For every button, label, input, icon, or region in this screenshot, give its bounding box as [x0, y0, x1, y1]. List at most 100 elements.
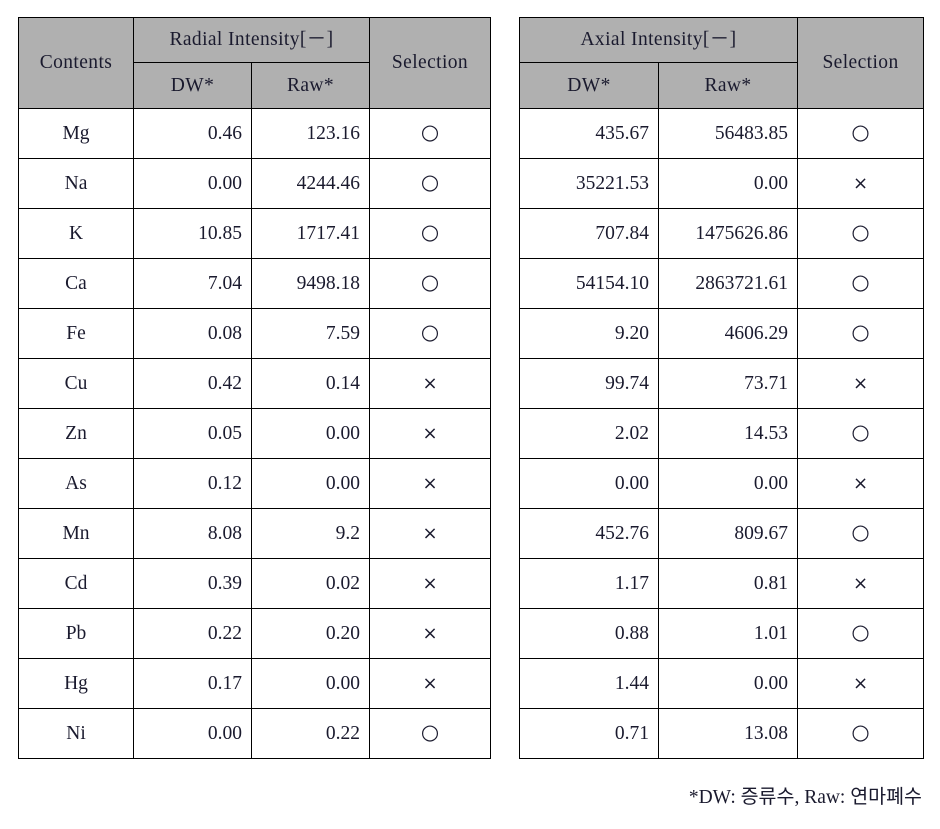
cell-axial-selection: ○ [797, 508, 925, 559]
cell-radial-raw: 0.02 [250, 558, 371, 609]
cell-axial-selection: × [797, 358, 925, 409]
table-row: 54154.10 2863721.61 ○ [519, 258, 925, 309]
selection-mark-icon: × [422, 422, 438, 444]
cell-radial-selection: ○ [369, 708, 492, 759]
cell-axial-raw: 1475626.86 [658, 208, 799, 259]
cell-axial-dw: 99.74 [519, 358, 660, 409]
table-row: Fe 0.08 7.59 ○ [18, 308, 492, 359]
column-header-radial-intensity: Radial Intensity[－] [132, 17, 371, 63]
cell-radial-dw: 0.00 [133, 708, 252, 759]
table-row: Na 0.00 4244.46 ○ [18, 158, 492, 209]
radial-table-body: Mg 0.46 123.16 ○ Na 0.00 4244.46 ○ K 10.… [18, 108, 492, 759]
cell-contents: Cu [18, 358, 134, 409]
cell-axial-dw: 435.67 [519, 108, 660, 159]
table-row: 1.44 0.00 × [519, 658, 925, 709]
radial-header-row-1: Contents Radial Intensity[－] Selection [18, 17, 492, 109]
cell-radial-selection: × [369, 458, 492, 509]
cell-radial-selection: × [369, 608, 492, 659]
table-row: K 10.85 1717.41 ○ [18, 208, 492, 259]
cell-contents: K [18, 208, 134, 259]
selection-mark-icon: ○ [851, 220, 870, 245]
cell-contents: Zn [18, 408, 134, 459]
cell-radial-raw: 4244.46 [250, 158, 371, 209]
column-header-axial-dw: DW* [519, 62, 660, 109]
selection-mark-icon: × [422, 622, 438, 644]
cell-axial-selection: ○ [797, 308, 925, 359]
selection-mark-icon: × [422, 572, 438, 594]
table-footnote: *DW: 증류수, Raw: 연마폐수 [688, 787, 922, 808]
selection-mark-icon: × [422, 672, 438, 694]
cell-axial-selection: ○ [797, 408, 925, 459]
cell-radial-dw: 0.46 [133, 108, 252, 159]
selection-mark-icon: ○ [420, 720, 440, 745]
cell-radial-dw: 0.05 [133, 408, 252, 459]
cell-axial-raw: 1.01 [658, 608, 799, 659]
table-row: 0.88 1.01 ○ [519, 608, 925, 659]
table-row: 0.00 0.00 × [519, 458, 925, 509]
cell-axial-selection: × [797, 158, 925, 209]
cell-radial-raw: 0.00 [250, 658, 371, 709]
selection-mark-icon: ○ [851, 620, 870, 645]
column-header-axial-selection: Selection [797, 17, 925, 109]
cell-axial-dw: 1.44 [519, 658, 660, 709]
cell-axial-raw: 2863721.61 [658, 258, 799, 309]
cell-axial-raw: 809.67 [658, 508, 799, 559]
cell-axial-dw: 54154.10 [519, 258, 660, 309]
cell-radial-selection: ○ [369, 208, 492, 259]
cell-radial-raw: 7.59 [250, 308, 371, 359]
radial-table-head: Contents Radial Intensity[－] Selection D… [18, 17, 492, 109]
cell-axial-raw: 73.71 [658, 358, 799, 409]
selection-mark-icon: ○ [851, 120, 870, 145]
cell-axial-dw: 9.20 [519, 308, 660, 359]
selection-mark-icon: ○ [851, 520, 870, 545]
cell-radial-raw: 123.16 [250, 108, 371, 159]
cell-radial-dw: 7.04 [133, 258, 252, 309]
cell-radial-selection: × [369, 658, 492, 709]
cell-radial-selection: ○ [369, 258, 492, 309]
cell-contents: As [18, 458, 134, 509]
cell-axial-selection: ○ [797, 708, 925, 759]
column-header-radial-dw: DW* [133, 62, 252, 109]
table-row: Hg 0.17 0.00 × [18, 658, 492, 709]
axial-table-body: 435.67 56483.85 ○ 35221.53 0.00 × 707.84… [519, 108, 925, 759]
cell-radial-dw: 0.42 [133, 358, 252, 409]
cell-radial-selection: × [369, 508, 492, 559]
cell-axial-selection: ○ [797, 608, 925, 659]
cell-radial-dw: 0.39 [133, 558, 252, 609]
selection-mark-icon: ○ [420, 120, 440, 145]
table-row: Cd 0.39 0.02 × [18, 558, 492, 609]
selection-mark-icon: × [852, 372, 869, 394]
cell-contents: Fe [18, 308, 134, 359]
cell-radial-raw: 9.2 [250, 508, 371, 559]
cell-axial-raw: 14.53 [658, 408, 799, 459]
cell-axial-dw: 452.76 [519, 508, 660, 559]
selection-mark-icon: ○ [851, 420, 870, 445]
cell-axial-dw: 0.00 [519, 458, 660, 509]
cell-radial-selection: ○ [369, 158, 492, 209]
cell-contents: Ni [18, 708, 134, 759]
selection-mark-icon: × [852, 572, 869, 594]
cell-axial-dw: 0.88 [519, 608, 660, 659]
table-row: Ni 0.00 0.22 ○ [18, 708, 492, 759]
cell-radial-raw: 0.20 [250, 608, 371, 659]
cell-contents: Cd [18, 558, 134, 609]
cell-radial-raw: 0.00 [250, 458, 371, 509]
cell-radial-dw: 8.08 [133, 508, 252, 559]
table-row: Mg 0.46 123.16 ○ [18, 108, 492, 159]
cell-axial-dw: 0.71 [519, 708, 660, 759]
selection-mark-icon: × [852, 672, 869, 694]
cell-axial-dw: 1.17 [519, 558, 660, 609]
cell-contents: Mn [18, 508, 134, 559]
selection-mark-icon: × [852, 172, 869, 194]
page-root: Contents Radial Intensity[－] Selection D… [0, 0, 940, 829]
cell-radial-raw: 0.22 [250, 708, 371, 759]
cell-contents: Mg [18, 108, 134, 159]
table-row: Zn 0.05 0.00 × [18, 408, 492, 459]
column-header-radial-selection: Selection [369, 17, 492, 109]
selection-mark-icon: ○ [420, 170, 440, 195]
cell-radial-selection: ○ [369, 308, 492, 359]
axial-header-row-1: Axial Intensity[－] Selection [519, 17, 925, 109]
cell-axial-raw: 0.00 [658, 458, 799, 509]
table-row: 9.20 4606.29 ○ [519, 308, 925, 359]
cell-radial-raw: 9498.18 [250, 258, 371, 309]
